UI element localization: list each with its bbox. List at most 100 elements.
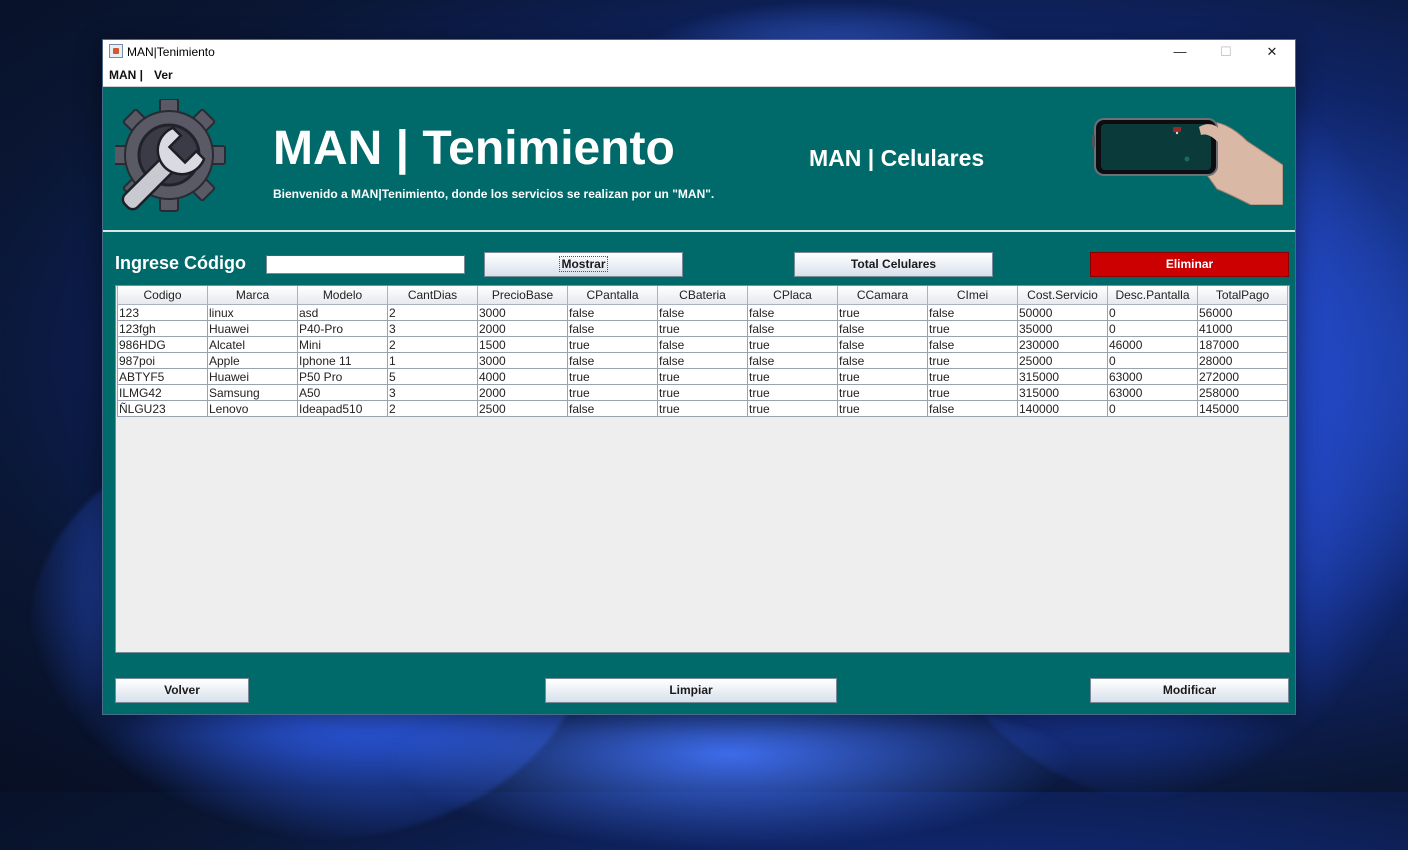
table-cell[interactable]: 28000 bbox=[1197, 352, 1288, 369]
table-cell[interactable]: 46000 bbox=[1107, 336, 1198, 353]
table-cell[interactable]: true bbox=[837, 384, 928, 401]
close-button[interactable]: ✕ bbox=[1249, 40, 1295, 64]
table-cell[interactable]: 2500 bbox=[477, 400, 568, 417]
table-row[interactable]: ILMG42 Samsung A50 3 2000 true true true true tru… bbox=[117, 384, 1288, 401]
eliminar-button[interactable]: Eliminar bbox=[1090, 252, 1289, 277]
table-cell[interactable]: 50000 bbox=[1017, 304, 1108, 321]
table-cell[interactable]: 25000 bbox=[1017, 352, 1108, 369]
table-cell[interactable]: true bbox=[927, 368, 1018, 385]
table-cell[interactable]: false bbox=[657, 352, 748, 369]
column-header[interactable]: Desc.Pantalla bbox=[1107, 286, 1198, 305]
table-cell[interactable]: false bbox=[567, 320, 658, 337]
table-cell[interactable]: 35000 bbox=[1017, 320, 1108, 337]
table-cell[interactable]: false bbox=[657, 336, 748, 353]
table-cell[interactable]: 123 bbox=[117, 304, 208, 321]
table-cell[interactable]: 0 bbox=[1107, 352, 1198, 369]
table-cell[interactable]: true bbox=[927, 352, 1018, 369]
table-cell[interactable]: true bbox=[657, 368, 748, 385]
table-cell[interactable]: Lenovo bbox=[207, 400, 298, 417]
table-cell[interactable]: 986HDG bbox=[117, 336, 208, 353]
table-cell[interactable]: ABTYF5 bbox=[117, 368, 208, 385]
code-input[interactable] bbox=[266, 255, 465, 274]
table-cell[interactable]: 0 bbox=[1107, 320, 1198, 337]
table-cell[interactable]: true bbox=[657, 384, 748, 401]
minimize-button[interactable]: — bbox=[1157, 40, 1203, 64]
table-cell[interactable]: Iphone 11 bbox=[297, 352, 388, 369]
column-header[interactable]: PrecioBase bbox=[477, 286, 568, 305]
table-cell[interactable]: ILMG42 bbox=[117, 384, 208, 401]
table-cell[interactable]: false bbox=[657, 304, 748, 321]
table-cell[interactable]: 315000 bbox=[1017, 384, 1108, 401]
table-cell[interactable]: 3000 bbox=[477, 304, 568, 321]
table-cell[interactable]: true bbox=[657, 400, 748, 417]
menu-man[interactable]: MAN | bbox=[109, 68, 143, 82]
table-cell[interactable]: false bbox=[747, 304, 838, 321]
table-cell[interactable]: 56000 bbox=[1197, 304, 1288, 321]
table-cell[interactable]: 2 bbox=[387, 336, 478, 353]
table-cell[interactable]: false bbox=[837, 336, 928, 353]
table-cell[interactable]: false bbox=[567, 400, 658, 417]
table-cell[interactable]: false bbox=[567, 304, 658, 321]
table-cell[interactable]: true bbox=[837, 368, 928, 385]
table-cell[interactable]: 2 bbox=[387, 304, 478, 321]
column-header[interactable]: CBateria bbox=[657, 286, 748, 305]
table-cell[interactable]: 987poi bbox=[117, 352, 208, 369]
table-cell[interactable]: true bbox=[747, 336, 838, 353]
table-cell[interactable]: linux bbox=[207, 304, 298, 321]
table-cell[interactable]: false bbox=[747, 352, 838, 369]
table-cell[interactable]: Huawei bbox=[207, 368, 298, 385]
table-cell[interactable]: 315000 bbox=[1017, 368, 1108, 385]
table-cell[interactable]: true bbox=[567, 368, 658, 385]
table-cell[interactable]: Alcatel bbox=[207, 336, 298, 353]
table-cell[interactable]: true bbox=[747, 368, 838, 385]
table-cell[interactable]: 187000 bbox=[1197, 336, 1288, 353]
table-row[interactable]: 987poi Apple Iphone 11 1 3000 false false false… bbox=[117, 352, 1288, 369]
volver-button[interactable]: Volver bbox=[115, 678, 249, 703]
table-cell[interactable]: asd bbox=[297, 304, 388, 321]
title-bar[interactable]: MAN|Tenimiento — ☐ ✕ bbox=[103, 40, 1295, 64]
table-cell[interactable]: 0 bbox=[1107, 400, 1198, 417]
table-cell[interactable]: true bbox=[927, 320, 1018, 337]
table-cell[interactable]: true bbox=[927, 384, 1018, 401]
maximize-button[interactable]: ☐ bbox=[1203, 40, 1249, 64]
limpiar-button[interactable]: Limpiar bbox=[545, 678, 837, 703]
table-cell[interactable]: 0 bbox=[1107, 304, 1198, 321]
column-header[interactable]: CPantalla bbox=[567, 286, 658, 305]
modificar-button[interactable]: Modificar bbox=[1090, 678, 1289, 703]
table-cell[interactable]: true bbox=[837, 304, 928, 321]
column-header[interactable]: CCamara bbox=[837, 286, 928, 305]
table-cell[interactable]: false bbox=[837, 352, 928, 369]
table-cell[interactable]: 272000 bbox=[1197, 368, 1288, 385]
column-header[interactable]: CPlaca bbox=[747, 286, 838, 305]
table-cell[interactable]: 5 bbox=[387, 368, 478, 385]
table-cell[interactable]: 63000 bbox=[1107, 384, 1198, 401]
column-header[interactable]: Marca bbox=[207, 286, 298, 305]
table-cell[interactable]: false bbox=[927, 400, 1018, 417]
table-cell[interactable]: false bbox=[747, 320, 838, 337]
table-cell[interactable]: 3 bbox=[387, 320, 478, 337]
table-cell[interactable]: P50 Pro bbox=[297, 368, 388, 385]
table-row[interactable]: 123fgh Huawei P40-Pro 3 2000 false true false fa… bbox=[117, 320, 1288, 337]
table-cell[interactable]: Samsung bbox=[207, 384, 298, 401]
table-row[interactable]: 986HDG Alcatel Mini 2 1500 true false true false… bbox=[117, 336, 1288, 353]
column-header[interactable]: TotalPago bbox=[1197, 286, 1288, 305]
table-cell[interactable]: Ideapad510 bbox=[297, 400, 388, 417]
table-cell[interactable]: Apple bbox=[207, 352, 298, 369]
total-celulares-button[interactable]: Total Celulares bbox=[794, 252, 993, 277]
mostrar-button[interactable]: Mostrar bbox=[484, 252, 683, 277]
table-cell[interactable]: true bbox=[657, 320, 748, 337]
table-row[interactable]: ÑLGU23 Lenovo Ideapad510 2 2500 false true true… bbox=[117, 400, 1288, 417]
table-cell[interactable]: true bbox=[567, 384, 658, 401]
table-cell[interactable]: A50 bbox=[297, 384, 388, 401]
table-cell[interactable]: 230000 bbox=[1017, 336, 1108, 353]
table-cell[interactable]: 3000 bbox=[477, 352, 568, 369]
table-cell[interactable]: Mini bbox=[297, 336, 388, 353]
table-row[interactable]: 123 linux asd 2 3000 false false false true false… bbox=[117, 304, 1288, 321]
table-cell[interactable]: 2000 bbox=[477, 320, 568, 337]
table-cell[interactable]: 63000 bbox=[1107, 368, 1198, 385]
table-cell[interactable]: 140000 bbox=[1017, 400, 1108, 417]
table-cell[interactable]: 123fgh bbox=[117, 320, 208, 337]
table-cell[interactable]: true bbox=[747, 400, 838, 417]
table-cell[interactable]: 2000 bbox=[477, 384, 568, 401]
column-header[interactable]: Codigo bbox=[117, 286, 208, 305]
